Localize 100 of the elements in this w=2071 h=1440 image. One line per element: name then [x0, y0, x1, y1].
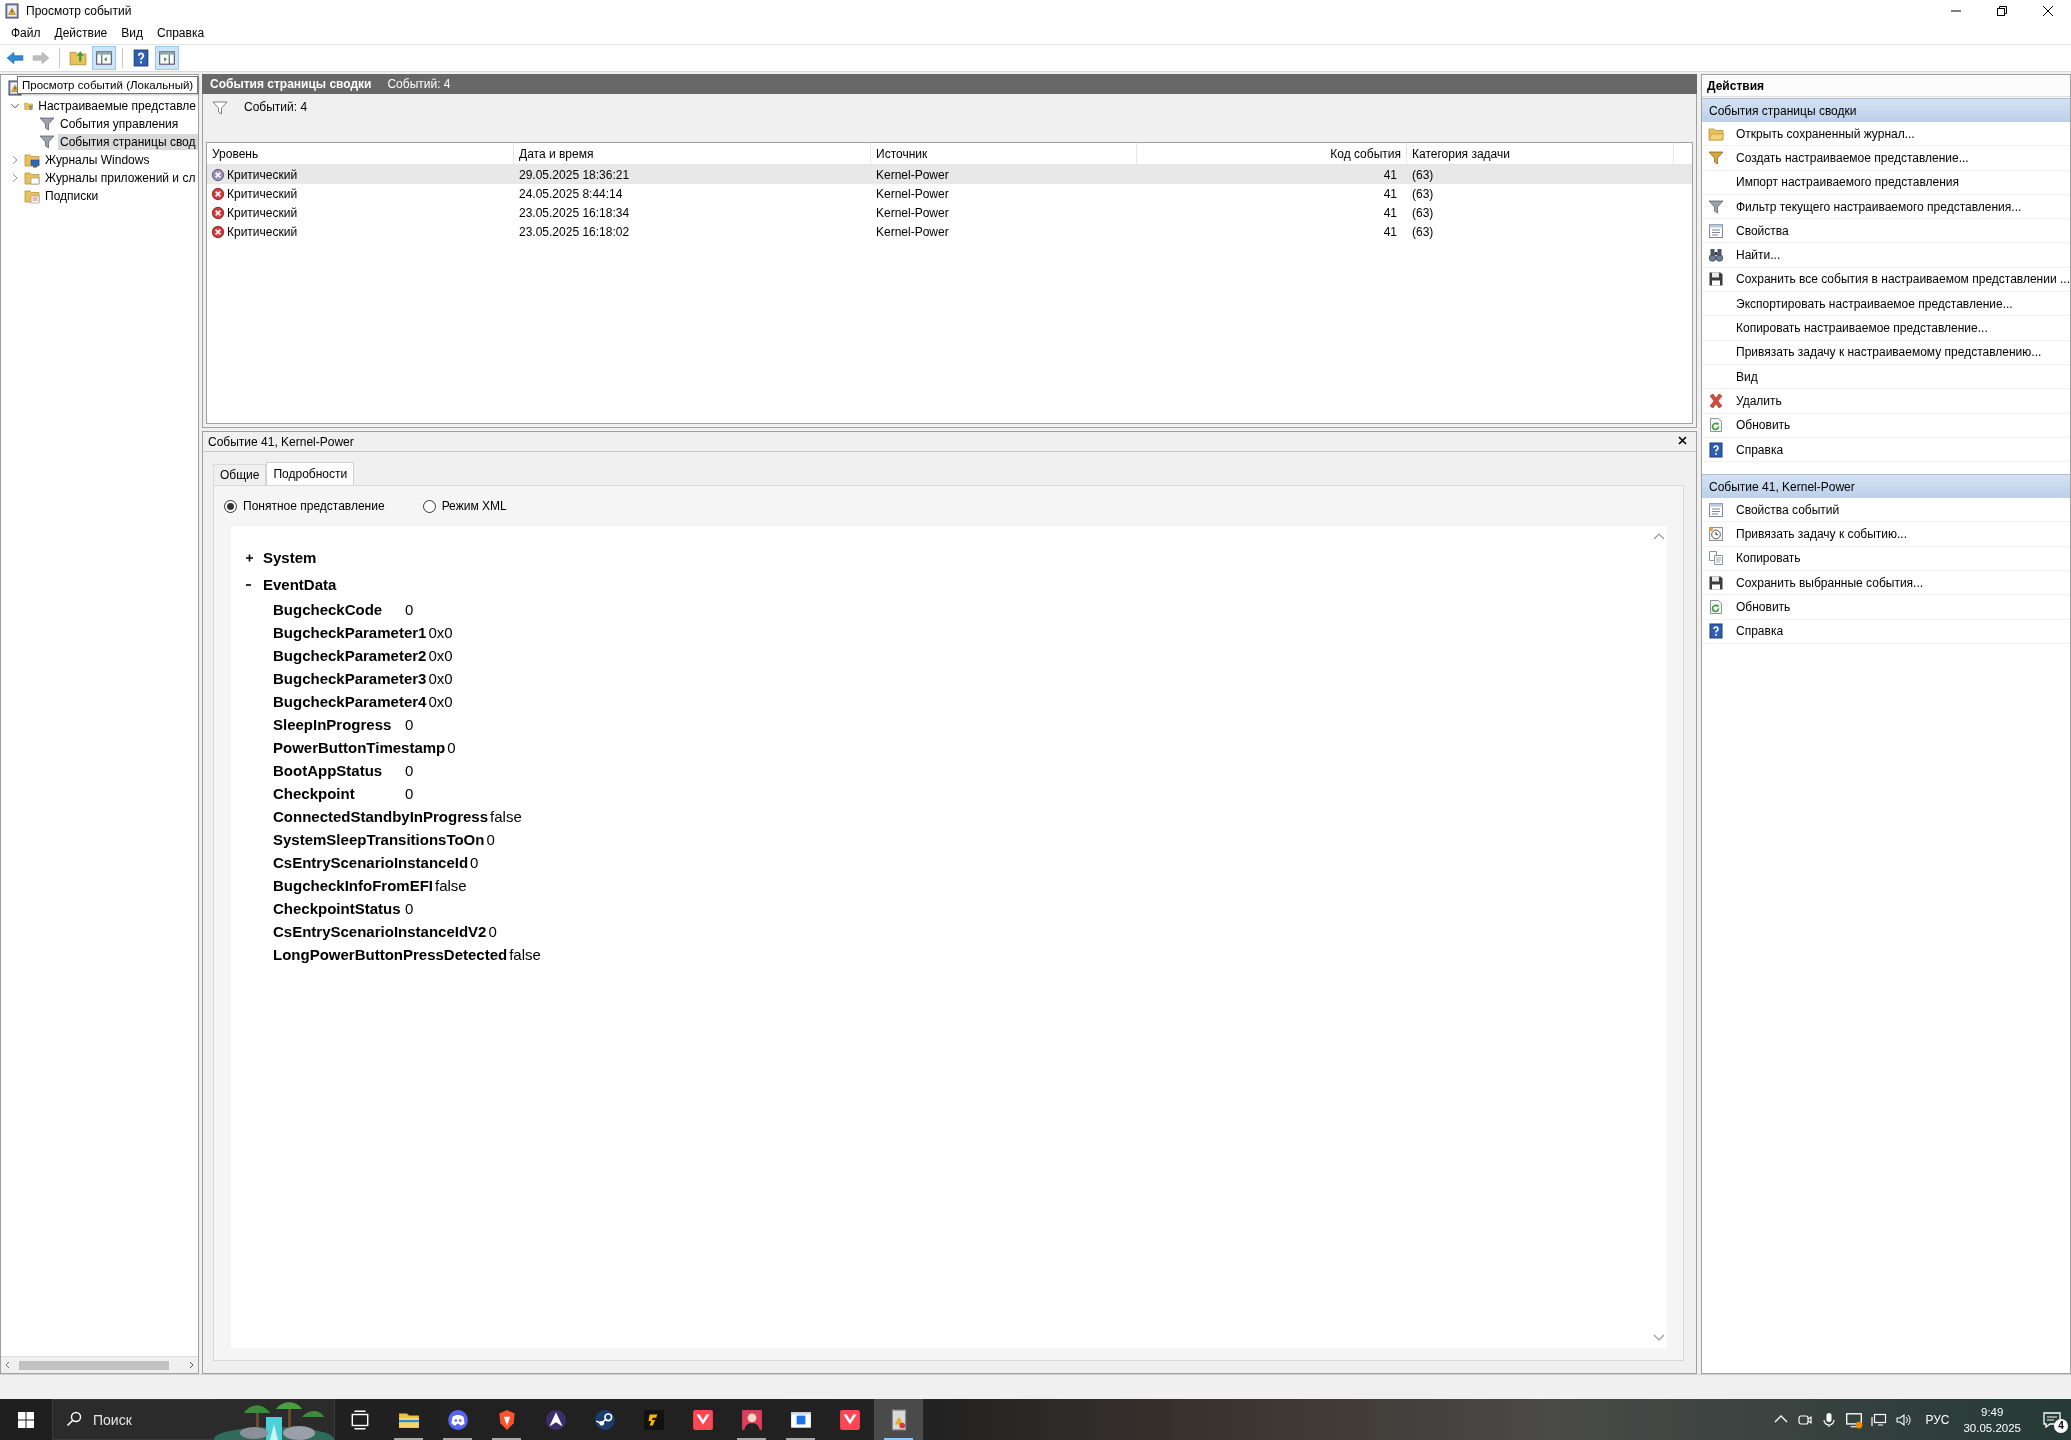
speaker-icon — [1895, 1411, 1912, 1428]
field-value: 0 — [486, 831, 495, 848]
scrollbar-thumb[interactable] — [19, 1360, 169, 1370]
action-link[interactable]: Обновить — [1736, 418, 1791, 433]
scroll-up-icon — [1652, 532, 1665, 541]
folder-icon — [1708, 125, 1724, 142]
field-value: 0 — [405, 785, 414, 802]
panel-title: Событие 41, Kernel-Power — [208, 434, 354, 449]
section-header[interactable]: События страницы сводки — [1702, 98, 2070, 122]
action-link[interactable]: Сохранить выбранные события... — [1736, 575, 1924, 590]
action-link[interactable]: Фильтр текущего настраиваемого представления... — [1736, 199, 2022, 214]
column-header[interactable]: Категория задачи — [1407, 143, 1674, 164]
action-link[interactable]: Удалить — [1736, 393, 1782, 408]
tab[interactable]: Подробности — [266, 462, 355, 485]
column-header[interactable]: Код события — [1137, 143, 1407, 164]
action-link[interactable]: Копировать — [1736, 551, 1801, 566]
refresh-icon — [1708, 599, 1724, 615]
filter-icon — [39, 116, 55, 132]
taskbar-button[interactable] — [874, 1399, 923, 1440]
tree-item[interactable]: Журналы приложений и сл — [43, 170, 198, 186]
table-cell-text: (63) — [1411, 186, 1435, 201]
radio-label[interactable]: Режим XML — [441, 499, 507, 513]
forward-arrow-icon — [32, 49, 50, 67]
field-name: BugcheckParameter2 — [273, 647, 428, 664]
field-value: 0x0 — [428, 693, 453, 710]
menu-item[interactable]: Справка — [150, 24, 212, 42]
field-name: BugcheckParameter3 — [273, 670, 428, 687]
restore-icon — [1997, 6, 2007, 16]
menu-item[interactable]: Вид — [114, 24, 150, 42]
field-name: CheckpointStatus — [273, 900, 402, 917]
notification-button[interactable]: 4 — [2037, 1404, 2067, 1435]
table-cell: Критический — [227, 224, 298, 239]
close-icon — [2043, 6, 2053, 16]
section-header[interactable]: Событие 41, Kernel-Power — [1702, 474, 2070, 499]
action-link[interactable]: Справка — [1736, 624, 1784, 639]
field-name: BugcheckParameter1 — [273, 624, 428, 641]
tree-item[interactable]: События страницы свод — [58, 134, 198, 150]
table-cell-text: (63) — [1411, 205, 1435, 220]
show-hide-tree-button[interactable] — [92, 46, 116, 70]
table-cell-text: 24.05.2025 8:44:14 — [518, 186, 624, 201]
column-header[interactable]: Дата и время — [514, 143, 871, 164]
action-link[interactable]: Свойства — [1736, 223, 1789, 238]
tree-item[interactable]: Подписки — [43, 188, 101, 204]
tab[interactable]: Общие — [213, 464, 267, 485]
field-name: SystemSleepTransitionsToOn — [273, 831, 486, 848]
search-icon — [66, 1411, 82, 1427]
window-title: Просмотр событий — [26, 4, 132, 18]
table-cell-text: Kernel-Power — [875, 167, 950, 182]
action-link[interactable]: Свойства событий — [1736, 502, 1840, 517]
event-row[interactable]: Критический 23.05.2025 16:18:34 Kernel-Power 41 (63) — [207, 203, 1692, 222]
action-link[interactable]: Создать настраиваемое представление... — [1736, 150, 1969, 165]
action-link[interactable]: Привязать задачу к событию... — [1736, 527, 1907, 542]
copy-icon — [1708, 550, 1724, 567]
table-cell: Критический — [227, 205, 298, 220]
action-link[interactable]: Найти... — [1736, 248, 1781, 263]
radio-button[interactable] — [224, 499, 237, 513]
action-link[interactable]: Обновить — [1736, 600, 1791, 614]
show-hide-actions-button[interactable] — [155, 46, 179, 70]
field-value: 0x0 — [428, 670, 453, 687]
field-value: 0 — [470, 854, 479, 871]
radio-button[interactable] — [422, 499, 436, 513]
error-icon — [211, 186, 225, 201]
back-arrow-icon — [6, 49, 24, 67]
radio-label[interactable]: Понятное представление — [243, 499, 385, 513]
action-link[interactable]: Справка — [1736, 442, 1784, 457]
action-link[interactable]: Сохранить все события в настраиваемом представлении ... — [1736, 272, 2070, 287]
tooltip-text: Просмотр событий (Локальный) — [22, 79, 194, 91]
help-icon — [1708, 441, 1724, 458]
table-cell-text: 41 — [1382, 186, 1398, 201]
clock[interactable]: 9:49 30.05.2025 — [1963, 1403, 2021, 1436]
help-icon — [132, 49, 150, 67]
field-value: 0 — [405, 716, 414, 733]
action-link[interactable]: Импорт настраиваемого представления — [1736, 175, 1959, 190]
table-cell-text: 23.05.2025 16:18:34 — [518, 205, 631, 220]
folder-icon — [24, 170, 40, 186]
folder-icon — [24, 152, 40, 168]
action-link[interactable]: Открыть сохраненный журнал... — [1736, 126, 1915, 141]
node-label[interactable]: System — [263, 549, 317, 566]
minimize-icon — [1951, 10, 1961, 12]
menu-item[interactable]: Действие — [47, 24, 115, 42]
tree-item[interactable]: Журналы Windows — [43, 152, 152, 168]
action-link[interactable]: Экспортировать настраиваемое представление... — [1736, 296, 2013, 311]
event-row[interactable]: Критический 23.05.2025 16:18:02 Kernel-Power 41 (63) — [207, 222, 1692, 241]
event-row[interactable]: Критический 29.05.2025 18:36:21 Kernel-Power 41 (63) — [207, 165, 1692, 184]
column-header[interactable]: Уровень — [207, 143, 514, 164]
clock-icon — [1708, 526, 1724, 543]
menu-item[interactable]: Файл — [4, 24, 48, 42]
pane-icon — [158, 49, 176, 67]
action-link[interactable]: Вид — [1736, 369, 1758, 384]
tree-item[interactable]: Настраиваемые представле — [36, 98, 198, 114]
field-name: CsEntryScenarioInstanceId — [273, 854, 470, 871]
language-indicator[interactable]: РУС — [1925, 1412, 1950, 1427]
event-row[interactable]: Критический 24.05.2025 8:44:14 Kernel-Power 41 (63) — [207, 184, 1692, 203]
field-name: PowerButtonTimestamp — [273, 739, 447, 756]
action-link[interactable]: Привязать задачу к настраиваемому представлению... — [1736, 345, 2042, 360]
column-header[interactable]: Источник — [871, 143, 1137, 164]
tree-item[interactable]: События управления — [58, 116, 181, 132]
action-link[interactable]: Копировать настраиваемое представление... — [1736, 321, 1988, 335]
node-label[interactable]: EventData — [263, 576, 337, 593]
error-icon — [211, 205, 225, 220]
